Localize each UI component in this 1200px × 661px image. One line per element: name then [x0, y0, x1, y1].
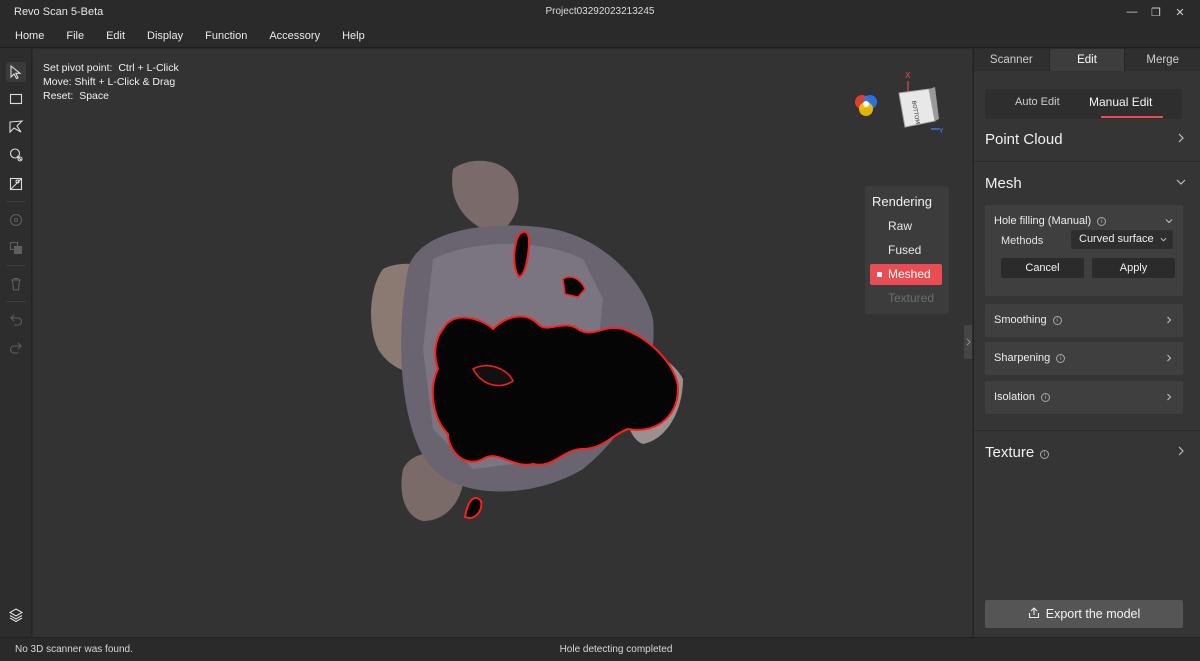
scanned-mesh-model[interactable] — [323, 149, 703, 539]
menu-help[interactable]: Help — [331, 24, 376, 48]
smoothing-title: Smoothing i — [994, 314, 1062, 326]
y-axis-label: Y — [938, 127, 944, 135]
menu-edit[interactable]: Edit — [95, 24, 136, 48]
redo-icon[interactable] — [6, 338, 26, 358]
status-bar: No 3D scanner was found. Hole detecting … — [0, 637, 1200, 661]
x-axis-label: X — [905, 71, 911, 80]
hint-move: Move: Shift + L-Click & Drag — [43, 76, 176, 88]
toolbar-divider — [6, 265, 26, 266]
hole-filling-card: Hole filling (Manual) i Methods Curved su… — [985, 205, 1183, 296]
panel-tabs: Scanner Edit Merge — [974, 49, 1200, 71]
info-icon[interactable]: i — [1040, 393, 1050, 402]
menu-display[interactable]: Display — [136, 24, 194, 48]
brush-select-icon[interactable] — [6, 145, 26, 165]
chevron-right-icon — [1167, 316, 1172, 324]
menu-bar: Home File Edit Display Function Accessor… — [0, 24, 1200, 48]
maximize-button[interactable]: ❐ — [1146, 4, 1166, 20]
color-mode-icon[interactable] — [852, 92, 880, 120]
toolbar-divider — [6, 301, 26, 302]
subtab-auto-edit[interactable]: Auto Edit — [1015, 96, 1060, 108]
shortcut-hints: Set pivot point: Ctrl + L-Click Move: Sh… — [43, 61, 179, 103]
section-title: Point Cloud — [985, 131, 1063, 148]
sharpening-title: Sharpening i — [994, 352, 1066, 364]
info-icon[interactable]: i — [1056, 354, 1066, 363]
chevron-down-icon — [1160, 237, 1167, 242]
section-title: Mesh — [985, 175, 1022, 192]
chevron-right-icon — [966, 338, 971, 346]
window-controls: — ❐ ✕ — [1122, 4, 1190, 20]
hide-icon[interactable] — [6, 210, 26, 230]
tab-scanner[interactable]: Scanner — [974, 49, 1050, 71]
export-label: Export the model — [1045, 607, 1141, 621]
section-texture[interactable]: Texture i — [974, 430, 1200, 474]
lasso-select-icon[interactable] — [6, 117, 26, 137]
hint-reset: Reset: Space — [43, 90, 109, 102]
rectangle-select-icon[interactable] — [6, 89, 26, 109]
menu-home[interactable]: Home — [0, 24, 55, 48]
close-button[interactable]: ✕ — [1170, 4, 1190, 20]
rendering-panel: Rendering Raw Fused Meshed Textured — [865, 186, 949, 314]
delete-icon[interactable] — [6, 274, 26, 294]
menu-accessory[interactable]: Accessory — [258, 24, 331, 48]
3d-viewport[interactable]: Set pivot point: Ctrl + L-Click Move: Sh… — [33, 49, 972, 637]
isolation-card[interactable]: Isolation i — [985, 381, 1183, 414]
chevron-down-icon — [1176, 179, 1186, 185]
info-icon[interactable]: i — [1097, 217, 1107, 226]
layers-icon[interactable] — [6, 605, 26, 625]
undo-icon[interactable] — [6, 310, 26, 330]
render-option-textured: Textured — [888, 291, 935, 305]
orientation-cube[interactable]: X BOTTOM Y — [895, 69, 945, 135]
methods-value: Curved surface — [1079, 233, 1154, 245]
chevron-right-icon — [1178, 133, 1184, 143]
smoothing-card[interactable]: Smoothing i — [985, 304, 1183, 337]
rendering-title: Rendering — [872, 194, 932, 209]
info-icon[interactable]: i — [1040, 450, 1050, 459]
isolation-title: Isolation i — [994, 391, 1050, 403]
section-mesh[interactable]: Mesh — [974, 161, 1200, 205]
panel-collapse-handle[interactable] — [964, 325, 972, 359]
invert-select-icon[interactable] — [6, 174, 26, 194]
operation-status: Hole detecting completed — [559, 644, 673, 655]
render-option-meshed[interactable]: Meshed — [870, 264, 942, 285]
subtab-manual-edit[interactable]: Manual Edit — [1089, 95, 1152, 109]
left-toolbar — [0, 49, 32, 637]
render-option-fused[interactable]: Fused — [870, 240, 942, 261]
toolbar-divider — [6, 201, 26, 202]
methods-label: Methods — [1001, 235, 1044, 247]
export-model-button[interactable]: Export the model — [985, 600, 1183, 628]
project-title: Project03292023213245 — [545, 6, 655, 17]
isolate-icon[interactable] — [6, 238, 26, 258]
tab-edit[interactable]: Edit — [1049, 49, 1126, 71]
methods-select[interactable]: Curved surface — [1071, 230, 1173, 249]
hint-pivot: Set pivot point: Ctrl + L-Click — [43, 62, 179, 74]
title-bar: Revo Scan 5-Beta Project03292023213245 —… — [0, 0, 1200, 24]
menu-function[interactable]: Function — [194, 24, 258, 48]
chevron-right-icon — [1167, 393, 1172, 401]
section-point-cloud[interactable]: Point Cloud — [974, 118, 1200, 162]
select-arrow-icon[interactable] — [6, 62, 26, 82]
menu-file[interactable]: File — [55, 24, 95, 48]
apply-button[interactable]: Apply — [1092, 258, 1175, 278]
chevron-right-icon — [1167, 354, 1172, 362]
hole-filling-title[interactable]: Hole filling (Manual) i — [994, 215, 1107, 227]
edit-mode-switch: Auto Edit Manual Edit — [985, 89, 1182, 119]
chevron-right-icon — [1178, 446, 1184, 456]
chevron-down-icon[interactable] — [1164, 216, 1174, 226]
render-option-raw[interactable]: Raw — [870, 216, 942, 237]
export-icon — [1028, 607, 1039, 619]
sharpening-card[interactable]: Sharpening i — [985, 342, 1183, 375]
right-panel: Scanner Edit Merge Auto Edit Manual Edit… — [973, 49, 1200, 637]
section-title: Texture i — [985, 444, 1050, 461]
tab-merge[interactable]: Merge — [1125, 49, 1200, 71]
minimize-button[interactable]: — — [1122, 4, 1142, 20]
cancel-button[interactable]: Cancel — [1001, 258, 1084, 278]
info-icon[interactable]: i — [1052, 316, 1062, 325]
